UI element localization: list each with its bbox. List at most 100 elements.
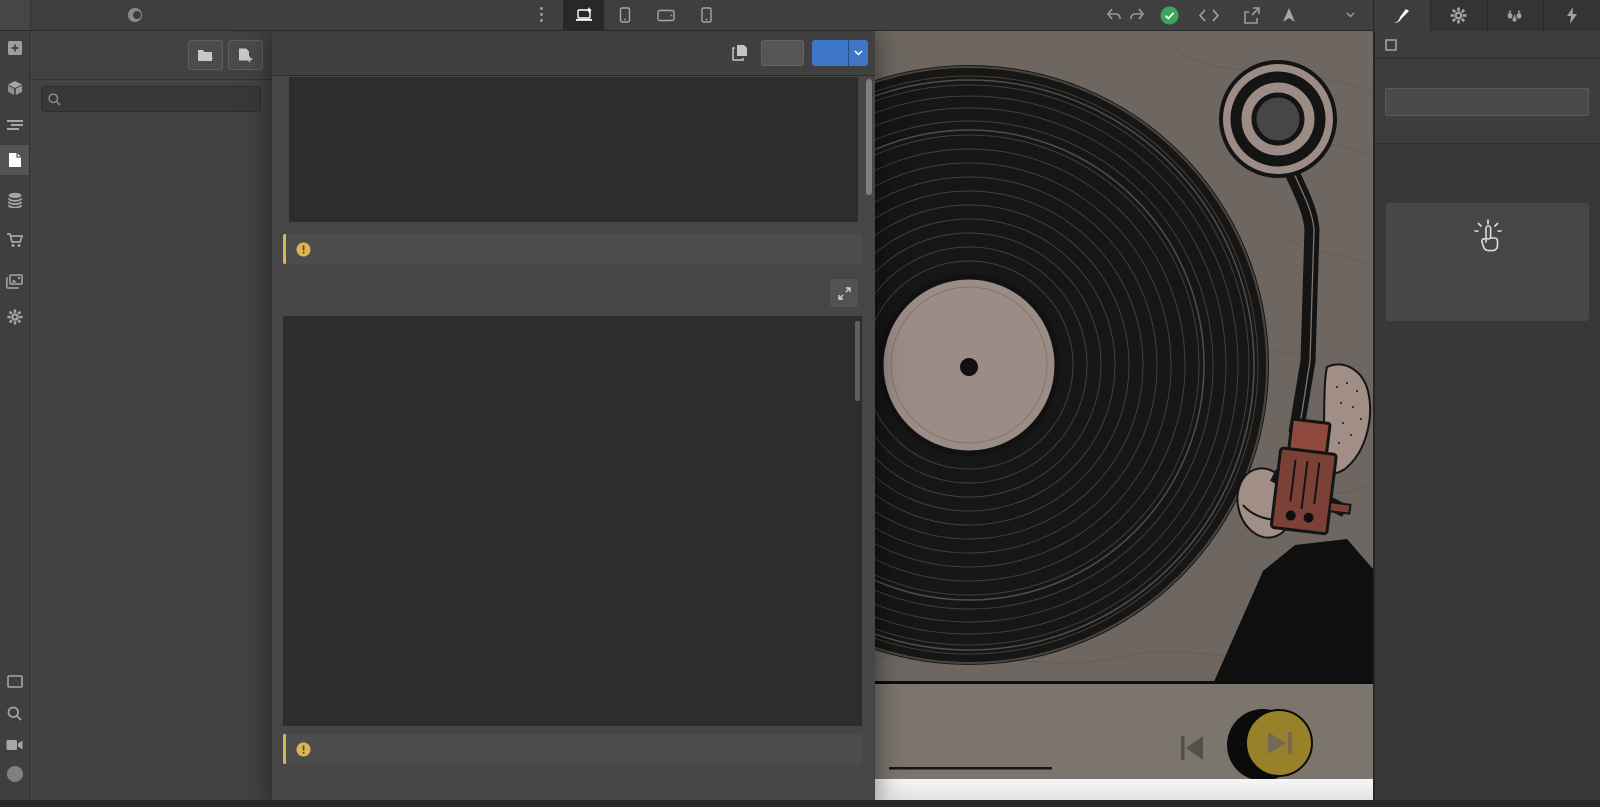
custom-code-warning-bottom (283, 734, 862, 764)
selector-input[interactable] (1385, 88, 1589, 116)
pages-panel-header (30, 31, 272, 80)
publish-chevron[interactable] (1343, 0, 1357, 30)
more-options-icon[interactable] (540, 7, 543, 25)
device-mobile-landscape-icon (657, 9, 675, 22)
warning-icon (296, 742, 311, 757)
checkbox-icon (1385, 39, 1397, 51)
empty-state-card (1386, 203, 1589, 321)
redo-icon (1129, 8, 1146, 22)
pages-search (41, 86, 261, 112)
copy-icon (732, 44, 748, 61)
video-tutorials-button[interactable] (0, 730, 29, 760)
cube-icon (7, 80, 23, 96)
page-white-section (875, 779, 1373, 800)
tap-icon (1471, 218, 1505, 254)
redo-button[interactable] (1124, 0, 1150, 30)
code-icon (1199, 9, 1219, 22)
head-code-editor[interactable] (289, 77, 858, 222)
interactions-icon (1506, 8, 1524, 23)
webflow-logo[interactable] (0, 0, 31, 30)
components-button[interactable] (0, 73, 29, 103)
selected-element-row (1375, 31, 1600, 59)
help-icon (7, 766, 23, 782)
tab-style[interactable] (1373, 0, 1430, 31)
pages-search-input[interactable] (66, 88, 258, 112)
device-mobile-landscape-button[interactable] (645, 0, 686, 30)
save-button[interactable] (812, 40, 848, 66)
warning-icon (296, 242, 311, 257)
spindle-hole (960, 358, 978, 376)
settings-gear-icon (7, 309, 23, 325)
chevron-down-icon (854, 50, 863, 56)
preview-icon[interactable] (122, 0, 148, 30)
tab-interactions[interactable] (1487, 0, 1544, 31)
add-element-button[interactable] (0, 33, 29, 63)
pages-button[interactable] (0, 145, 29, 175)
cart-icon (6, 232, 23, 248)
left-toolbar (0, 31, 30, 807)
new-page-button[interactable] (228, 40, 263, 70)
page-settings-panel (272, 31, 875, 807)
device-tablet-icon (618, 7, 632, 23)
chevron-down-icon (1346, 12, 1355, 18)
save-options-button[interactable] (848, 40, 868, 66)
body-code-editor[interactable] (283, 316, 862, 726)
saved-status-icon (1156, 0, 1182, 30)
input-underline (889, 767, 1052, 770)
add-icon (7, 40, 23, 56)
new-folder-button[interactable] (188, 40, 223, 70)
frame-button[interactable] (0, 666, 29, 696)
device-mobile-portrait-button[interactable] (686, 0, 727, 30)
share-icon (1243, 7, 1261, 24)
assets-button[interactable] (0, 266, 29, 296)
cms-icon (7, 192, 23, 208)
page-icon (8, 152, 22, 168)
tab-settings[interactable] (1430, 0, 1487, 31)
publish-icon[interactable] (1276, 0, 1302, 30)
search-icon (48, 93, 61, 106)
device-desktop-button[interactable] (563, 0, 604, 30)
paper-plane-icon (1281, 7, 1297, 23)
expand-icon (838, 287, 851, 300)
canvas-viewport[interactable] (875, 31, 1373, 807)
skip-forward-button[interactable] (1246, 710, 1312, 776)
expand-editor-button[interactable] (830, 279, 858, 307)
custom-code-warning (283, 234, 862, 264)
frame-icon (7, 675, 23, 688)
site-illustration (875, 31, 1373, 807)
share-button[interactable] (1239, 0, 1265, 30)
device-desktop-icon (575, 7, 593, 23)
saved-check-icon (1160, 6, 1179, 25)
page-settings-header (272, 31, 875, 76)
style-panel (1373, 31, 1600, 807)
pages-panel (30, 31, 272, 807)
find-button[interactable] (0, 698, 29, 728)
help-button[interactable] (0, 759, 29, 789)
right-panel-tabs (1373, 0, 1600, 31)
video-icon (6, 739, 23, 751)
navigator-icon (7, 119, 23, 131)
device-mobile-portrait-icon (701, 7, 712, 23)
tab-element-settings[interactable] (1543, 0, 1600, 31)
folder-add-icon (197, 48, 215, 62)
cms-button[interactable] (0, 185, 29, 215)
style-panel-body (1375, 143, 1600, 807)
undo-icon (1105, 8, 1122, 22)
gear-icon (1450, 7, 1467, 24)
device-tablet-button[interactable] (604, 0, 645, 30)
undo-button[interactable] (1100, 0, 1126, 30)
music-player-bar (875, 681, 1373, 781)
editor-scrollbar[interactable] (855, 321, 860, 401)
duplicate-button[interactable] (732, 44, 748, 61)
search-icon (7, 706, 22, 721)
project-settings-button[interactable] (0, 302, 29, 332)
close-button[interactable] (761, 40, 804, 66)
modal-scrollbar[interactable] (866, 79, 872, 195)
bolt-icon (1566, 7, 1578, 24)
brush-icon (1393, 7, 1410, 24)
code-export-button[interactable] (1196, 0, 1222, 30)
window-edge (0, 800, 1600, 807)
navigator-button[interactable] (0, 110, 29, 140)
topbar (0, 0, 1600, 31)
ecommerce-button[interactable] (0, 225, 29, 255)
